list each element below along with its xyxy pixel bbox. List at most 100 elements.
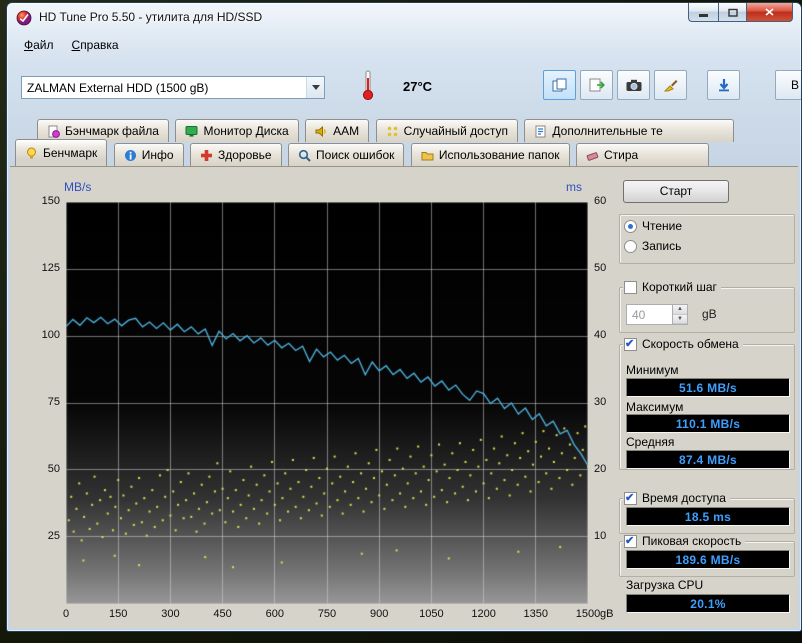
access-time-row[interactable]: Время доступа — [623, 491, 730, 505]
exit-button-partial[interactable]: В — [775, 70, 801, 100]
read-radio-label: Чтение — [642, 219, 683, 233]
tab-label: Поиск ошибок — [316, 148, 395, 162]
desktop-background: HD Tune Pro 5.50 - утилита для HD/SSD Фа… — [0, 0, 802, 643]
drive-select-value: ZALMAN External HDD (1500 gB) — [27, 80, 209, 95]
minimize-button[interactable] — [688, 3, 718, 22]
x-tick-label: 1500 — [575, 608, 601, 620]
tab-extra-tests[interactable]: Дополнительные те — [524, 119, 734, 142]
random-access-icon — [386, 125, 399, 138]
options-button[interactable] — [654, 70, 687, 100]
copy-icon — [552, 78, 566, 92]
tab-label: Дополнительные те — [552, 124, 663, 138]
search-icon — [298, 149, 311, 162]
file-benchmark-icon — [47, 125, 60, 138]
tab-label: Бенчмарк — [43, 146, 98, 160]
y-left-tick-label: 150 — [41, 195, 60, 207]
lamp-icon — [25, 147, 38, 160]
y-left-tick-label: 100 — [41, 329, 60, 341]
thermometer-icon — [361, 69, 375, 106]
tab-folder-usage[interactable]: Использование папок — [410, 143, 570, 166]
spin-up-button[interactable]: ▲ — [673, 305, 687, 315]
access-time-checkbox[interactable] — [624, 491, 637, 505]
tab-error-scan[interactable]: Поиск ошибок — [288, 143, 405, 166]
x-tick-label: 600 — [265, 608, 284, 620]
transfer-rate-checkbox[interactable] — [624, 337, 637, 351]
burst-rate-value: 189.6 MB/s — [626, 550, 790, 569]
tab-row-primary: Бенчмарк Инфо Здоровье Поиск ошибок Испо… — [15, 139, 711, 166]
write-radio[interactable] — [624, 239, 637, 253]
y-right-tick-label: 60 — [594, 195, 607, 207]
stride-value: 40 — [632, 308, 646, 322]
spin-down-button[interactable]: ▼ — [673, 314, 687, 324]
access-time-value: 18.5 ms — [626, 507, 790, 526]
tab-label: Стира — [604, 148, 639, 162]
menu-help[interactable]: Справка — [63, 35, 128, 55]
maximum-value: 110.1 MB/s — [626, 414, 790, 433]
minimum-value: 51.6 MB/s — [626, 378, 790, 397]
average-value: 87.4 MB/s — [626, 450, 790, 469]
y-left-tick-label: 75 — [47, 396, 60, 408]
y-right-tick-label: 20 — [594, 463, 607, 475]
menu-file[interactable]: Файл — [15, 35, 63, 55]
folder-icon — [421, 149, 434, 162]
maximize-button[interactable] — [718, 3, 747, 22]
y-right-tick-label: 50 — [594, 262, 607, 274]
y-right-tick-label: 30 — [594, 396, 607, 408]
drive-select[interactable]: ZALMAN External HDD (1500 gB) — [21, 76, 325, 99]
read-radio-row[interactable]: Чтение — [623, 219, 686, 233]
y-left-tick-label: 50 — [47, 463, 60, 475]
x-tick-label: 450 — [213, 608, 232, 620]
cpu-usage-label: Загрузка CPU — [626, 578, 704, 592]
read-radio[interactable] — [624, 219, 637, 233]
x-axis-unit: gB — [600, 608, 614, 620]
tab-label: Случайный доступ — [403, 124, 508, 138]
copy-to-clipboard-button[interactable] — [543, 70, 576, 100]
burst-rate-checkbox[interactable] — [624, 534, 637, 548]
close-button[interactable] — [747, 3, 793, 22]
benchmark-pane: MB/s ms 150 125 100 75 50 25 60 50 40 30 20 10 0 150 3… — [10, 166, 798, 628]
y-right-tick-label: 10 — [594, 530, 607, 542]
maximum-label: Максимум — [626, 400, 684, 414]
dropdown-arrow-icon[interactable] — [306, 77, 324, 98]
y-right-axis-unit: ms — [566, 180, 582, 194]
short-stride-row[interactable]: Короткий шаг — [623, 280, 721, 294]
transfer-rate-row[interactable]: Скорость обмена — [623, 337, 743, 351]
tab-benchmark[interactable]: Бенчмарк — [15, 139, 108, 166]
export-button[interactable] — [580, 70, 613, 100]
screenshot-button[interactable] — [617, 70, 650, 100]
burst-rate-row[interactable]: Пиковая скорость — [623, 534, 746, 548]
x-tick-label: 1350 — [523, 608, 549, 620]
tab-label: Бэнчмарк файла — [65, 124, 159, 138]
start-button[interactable]: Старт — [623, 180, 729, 203]
minimum-label: Минимум — [626, 363, 679, 377]
short-stride-checkbox[interactable] — [624, 280, 637, 294]
cpu-usage-value: 20.1% — [626, 594, 790, 613]
eraser-icon — [586, 149, 599, 162]
save-results-button[interactable] — [707, 70, 740, 100]
average-label: Средняя — [626, 435, 675, 449]
stride-unit-label: gB — [702, 307, 717, 321]
speaker-icon — [315, 125, 328, 138]
tab-erase[interactable]: Стира — [576, 143, 710, 166]
write-radio-row[interactable]: Запись — [623, 239, 685, 253]
transfer-rate-label: Скорость обмена — [642, 337, 739, 351]
extra-tests-icon — [534, 125, 547, 138]
tab-disk-monitor[interactable]: Монитор Диска — [175, 119, 299, 142]
minimize-icon — [699, 14, 708, 17]
tab-aam[interactable]: AAM — [305, 119, 370, 142]
tab-info[interactable]: Инфо — [113, 143, 184, 166]
benchmark-chart — [66, 202, 588, 604]
short-stride-label: Короткий шаг — [642, 280, 717, 294]
maximize-icon — [727, 8, 738, 17]
tab-label: Здоровье — [218, 148, 272, 162]
burst-rate-label: Пиковая скорость — [642, 534, 742, 548]
stride-input[interactable]: 40 ▲ ▼ — [626, 304, 688, 325]
x-tick-label: 1050 — [419, 608, 444, 620]
y-left-tick-label: 25 — [47, 530, 60, 542]
tab-label: Инфо — [141, 148, 174, 162]
health-cross-icon — [200, 149, 213, 162]
tab-health[interactable]: Здоровье — [190, 143, 282, 166]
title-bar[interactable]: HD Tune Pro 5.50 - утилита для HD/SSD — [7, 3, 801, 33]
tab-random-access[interactable]: Случайный доступ — [375, 119, 518, 142]
temperature-value: 27°C — [403, 79, 433, 94]
